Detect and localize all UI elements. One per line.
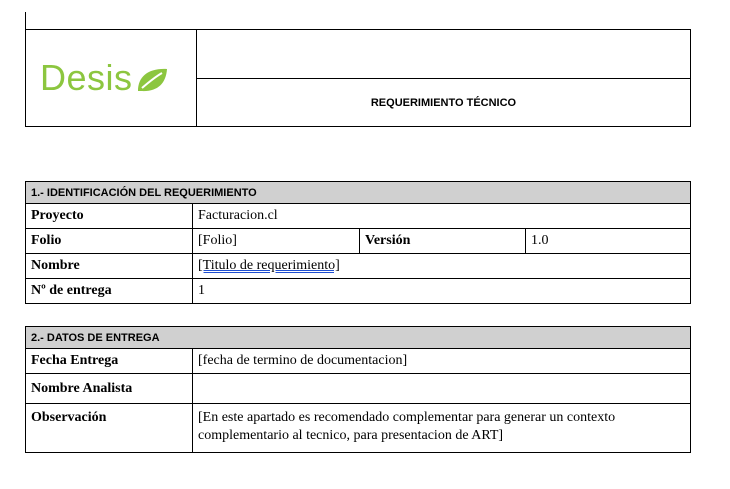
fecha-label: Fecha Entrega <box>25 348 193 374</box>
text-cursor <box>25 12 26 29</box>
nombre-label: Nombre <box>25 253 193 279</box>
leaf-icon <box>137 68 167 92</box>
nombre-text: [Titulo de requerimiento] <box>198 258 340 273</box>
logo-text: Desis <box>40 57 133 98</box>
desis-logo: Desis <box>26 60 196 96</box>
header-table: Desis REQUERIMIENTO TÉCNICO <box>25 29 691 127</box>
identification-table: 1.- IDENTIFICACIÓN DEL REQUERIMIENTO Pro… <box>25 181 691 304</box>
proyecto-value[interactable]: Facturacion.cl <box>192 203 691 229</box>
analista-label: Nombre Analista <box>25 373 193 404</box>
entrega-label: Nº de entrega <box>25 278 193 304</box>
logo-cell: Desis <box>25 29 197 127</box>
entrega-value[interactable]: 1 <box>192 278 691 304</box>
obs-label: Observación <box>25 403 193 453</box>
header-empty-cell <box>196 29 691 79</box>
proyecto-label: Proyecto <box>25 203 193 229</box>
folio-label: Folio <box>25 228 193 254</box>
nombre-value[interactable]: [Titulo de requerimiento] <box>192 253 691 279</box>
document-title: REQUERIMIENTO TÉCNICO <box>196 78 691 127</box>
fecha-value[interactable]: [fecha de termino de documentacion] <box>192 348 691 374</box>
section1-heading: 1.- IDENTIFICACIÓN DEL REQUERIMIENTO <box>25 181 691 204</box>
version-value[interactable]: 1.0 <box>525 228 691 254</box>
section2-heading: 2.- DATOS DE ENTREGA <box>25 326 691 349</box>
obs-value[interactable]: [En este apartado es recomendado complem… <box>192 403 691 453</box>
delivery-table: 2.- DATOS DE ENTREGA Fecha Entrega [fech… <box>25 326 691 453</box>
version-label: Versión <box>359 228 526 254</box>
folio-value[interactable]: [Folio] <box>192 228 360 254</box>
analista-value[interactable] <box>192 373 691 404</box>
